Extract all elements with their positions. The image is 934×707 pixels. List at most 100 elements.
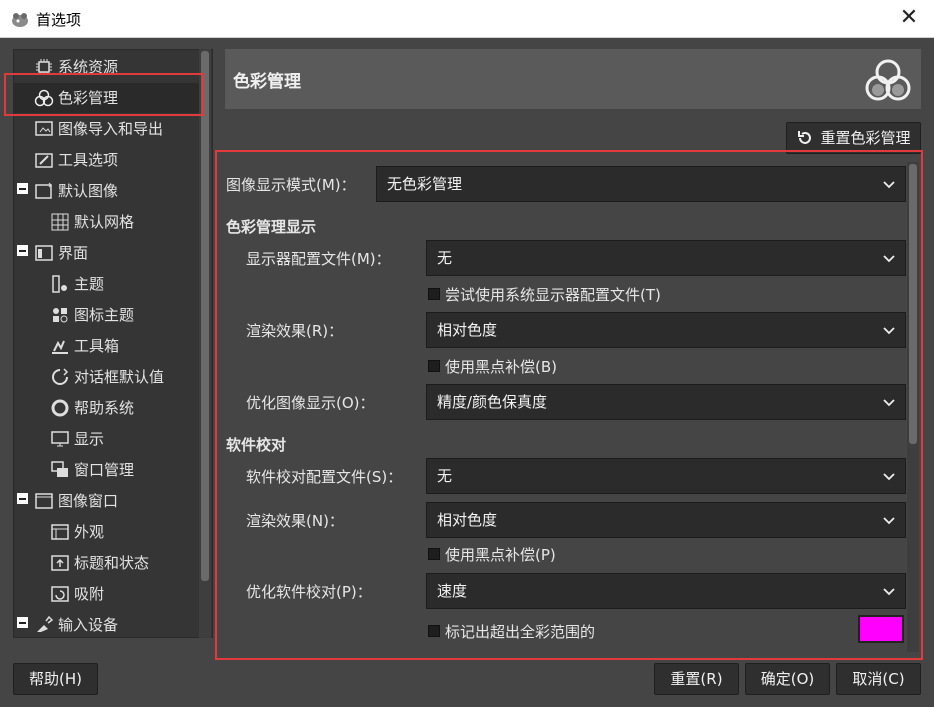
- sidebar-scrollbar[interactable]: [199, 49, 211, 638]
- sidebar-item-image-import-export[interactable]: 图像导入和导出: [34, 114, 163, 144]
- default-image-icon: [35, 182, 52, 199]
- image-import-export-icon: [35, 120, 53, 136]
- optimize-display-select[interactable]: 精度/颜色保真度: [426, 384, 906, 420]
- softproof-intent-value: 相对色度: [437, 511, 498, 529]
- sidebar-item-interface[interactable]: 界面: [34, 238, 88, 268]
- window-management-icon: [51, 460, 68, 477]
- softproof-intent-label: 渲染效果(N)：: [246, 512, 344, 530]
- collapse-toggle[interactable]: [17, 245, 28, 256]
- sidebar-item-theme[interactable]: 主题: [50, 269, 104, 299]
- display-mode-value: 无色彩管理: [387, 175, 463, 193]
- sidebar-item-icon-theme[interactable]: 图标主题: [50, 300, 134, 330]
- sidebar-item-default-grid[interactable]: 默认网格: [50, 207, 134, 237]
- window-title: 首选项: [36, 11, 82, 29]
- softproof-intent-select[interactable]: 相对色度: [426, 502, 906, 538]
- sidebar-item-label: 默认图像: [58, 182, 119, 200]
- chevron-down-icon: [883, 517, 895, 525]
- interface-icon: [35, 244, 53, 261]
- checkbox-box[interactable]: [428, 624, 440, 637]
- sidebar-item-label: 显示: [74, 430, 105, 448]
- sidebar-item-input-devices[interactable]: 输入设备: [34, 610, 119, 637]
- optimize-display-value: 精度/颜色保真度: [437, 393, 548, 411]
- sidebar-item-label: 图像导入和导出: [58, 120, 164, 138]
- sidebar-item-label: 标题和状态: [74, 554, 150, 572]
- scrollbar-thumb[interactable]: [201, 51, 209, 581]
- sidebar-item-label: 图像窗口: [58, 492, 119, 510]
- ok-button[interactable]: 确定(O): [745, 663, 830, 695]
- input-devices-icon: [37, 615, 54, 632]
- color-management-form: 图像显示模式(M)： 无色彩管理 色彩管理显示 显示器配置文件(M)： 无 尝试…: [217, 152, 922, 659]
- help-lifebuoy-icon: [51, 399, 69, 416]
- sidebar-item-display[interactable]: 显示: [50, 424, 104, 454]
- monitor-profile-select[interactable]: 无: [426, 240, 906, 276]
- color-circles-icon: [34, 89, 54, 106]
- softproof-profile-label: 软件校对配置文件(S)：: [246, 468, 403, 486]
- sidebar-item-snap[interactable]: 吸附: [50, 579, 104, 609]
- softproof-black-point-checkbox[interactable]: 使用黑点补偿(P): [428, 544, 556, 565]
- checkbox-box[interactable]: [428, 547, 440, 560]
- optimize-softproof-value: 速度: [437, 582, 468, 600]
- checkbox-box[interactable]: [428, 287, 440, 300]
- sidebar-item-title-status[interactable]: 标题和状态: [50, 548, 149, 578]
- chip-icon: [36, 58, 52, 75]
- sidebar-item-image-window[interactable]: 图像窗口: [34, 486, 118, 516]
- render-intent-select[interactable]: 相对色度: [426, 312, 906, 348]
- chevron-down-icon: [883, 588, 895, 596]
- render-intent-value: 相对色度: [437, 321, 498, 339]
- sidebar-item-help-system[interactable]: 帮助系统: [50, 393, 134, 423]
- collapse-toggle[interactable]: [17, 183, 28, 194]
- sidebar-item-label: 对话框默认值: [74, 368, 165, 386]
- sidebar-item-toolbox[interactable]: 工具箱: [50, 331, 119, 361]
- display-mode-select[interactable]: 无色彩管理: [376, 166, 906, 202]
- content-scrollbar[interactable]: [907, 162, 919, 652]
- sidebar-item-label: 帮助系统: [74, 399, 135, 417]
- toolbox-icon: [52, 340, 68, 354]
- reset-icon: [798, 130, 812, 144]
- mark-out-of-gamut-label: 标记出超出全彩范围的: [445, 623, 596, 641]
- cancel-button[interactable]: 取消(C): [836, 663, 921, 695]
- grid-icon: [51, 213, 69, 230]
- sidebar-item-default-image[interactable]: 默认图像: [34, 176, 118, 206]
- chevron-down-icon: [883, 473, 895, 481]
- render-intent-label: 渲染效果(R)：: [246, 322, 344, 340]
- display-icon: [51, 430, 69, 446]
- sidebar-item-label: 色彩管理: [58, 89, 119, 107]
- monitor-profile-value: 无: [437, 249, 453, 267]
- sidebar-item-label: 界面: [58, 244, 89, 262]
- sidebar-item-label: 输入设备: [58, 616, 119, 634]
- checkbox-box[interactable]: [428, 359, 440, 372]
- sidebar-item-dialog-defaults[interactable]: 对话框默认值: [50, 362, 164, 392]
- sidebar-item-tool-options[interactable]: 工具选项: [34, 145, 118, 175]
- close-icon[interactable]: ✕: [894, 4, 924, 34]
- collapse-toggle[interactable]: [17, 493, 28, 504]
- chevron-down-icon: [883, 327, 895, 335]
- sidebar-item-label: 系统资源: [58, 58, 119, 76]
- optimize-softproof-select[interactable]: 速度: [426, 573, 906, 609]
- gamut-color-swatch[interactable]: [858, 615, 904, 643]
- mark-out-of-gamut-checkbox[interactable]: 标记出超出全彩范围的: [428, 621, 595, 642]
- help-button[interactable]: 帮助(H): [13, 663, 98, 695]
- sidebar-item-label: 图标主题: [74, 306, 135, 324]
- optimize-display-label: 优化图像显示(O)：: [246, 394, 375, 412]
- page-title: 色彩管理: [233, 72, 301, 92]
- section-display-heading: 色彩管理显示: [226, 218, 317, 236]
- scrollbar-thumb[interactable]: [909, 164, 917, 444]
- collapse-toggle[interactable]: [17, 617, 28, 628]
- sidebar-item-window-management[interactable]: 窗口管理: [50, 455, 134, 485]
- sidebar-item-system-resources[interactable]: 系统资源: [34, 52, 118, 82]
- softproof-profile-select[interactable]: 无: [426, 458, 906, 494]
- sidebar-item-color-management[interactable]: 色彩管理: [14, 83, 200, 113]
- title-status-icon: [51, 554, 69, 571]
- chevron-down-icon: [883, 255, 895, 263]
- try-system-profile-checkbox[interactable]: 尝试使用系统显示器配置文件(T): [428, 284, 661, 305]
- chevron-down-icon: [883, 181, 895, 189]
- appearance-icon: [51, 523, 69, 540]
- reset-color-management-button[interactable]: 重置色彩管理: [786, 122, 921, 154]
- title-bar: 首选项 ✕: [0, 0, 934, 38]
- sidebar-item-appearance[interactable]: 外观: [50, 517, 104, 547]
- reset-button[interactable]: 重置(R): [654, 663, 739, 695]
- sidebar-item-label: 工具选项: [58, 151, 119, 169]
- sidebar-item-label: 主题: [74, 275, 105, 293]
- optimize-softproof-label: 优化软件校对(P)：: [246, 583, 372, 601]
- black-point-checkbox[interactable]: 使用黑点补偿(B): [428, 356, 557, 377]
